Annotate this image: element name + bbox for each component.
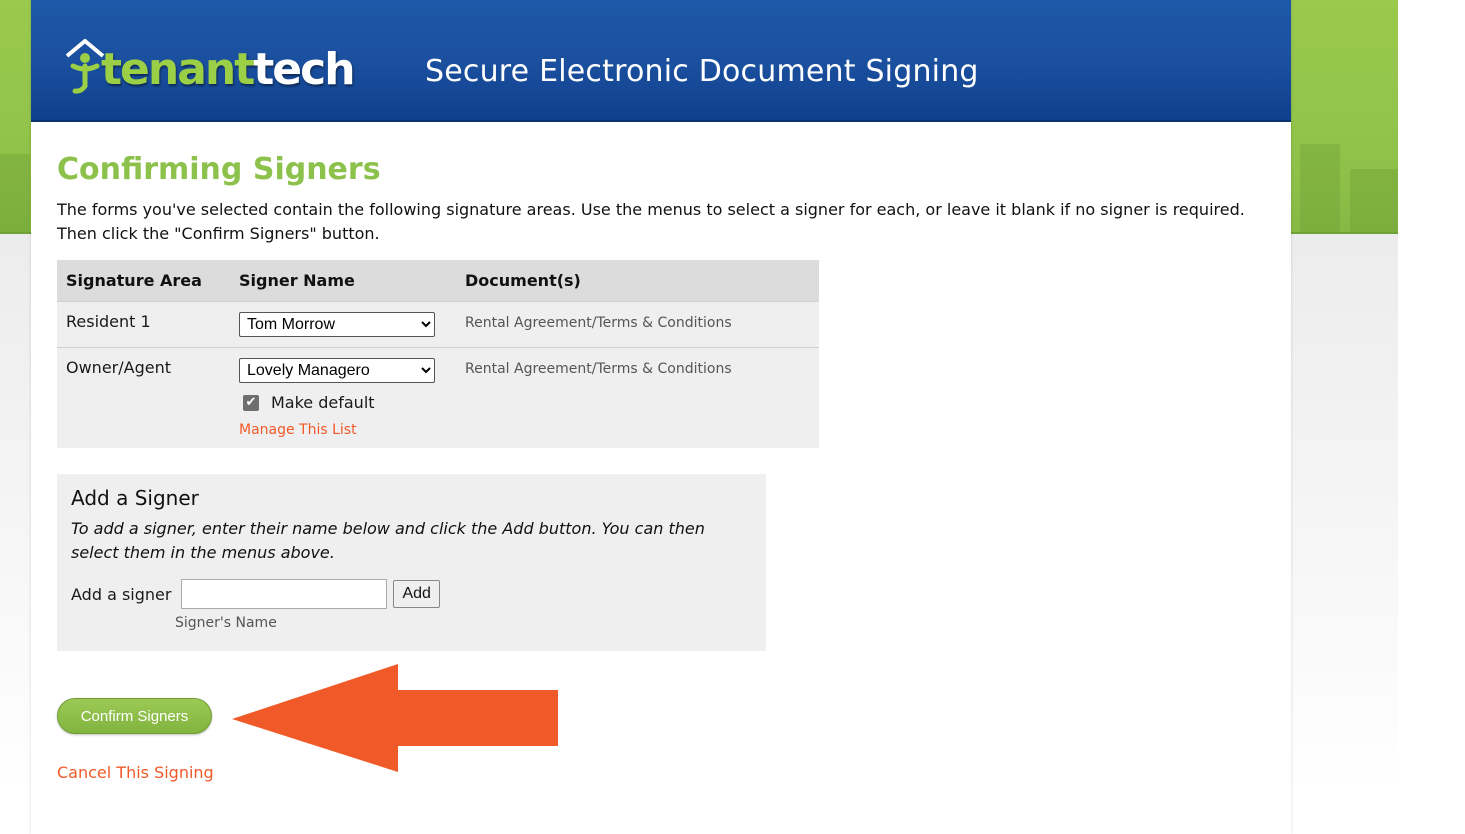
header-signature-area: Signature Area <box>57 260 230 302</box>
add-button[interactable]: Add <box>393 580 440 608</box>
documents-cell: Rental Agreement/Terms & Conditions <box>456 301 819 348</box>
intro-text: The forms you've selected contain the fo… <box>57 200 1245 243</box>
left-arrow-icon <box>232 664 558 772</box>
signer-cell: Tom Morrow <box>230 301 456 348</box>
documents-cell: Rental Agreement/Terms & Conditions <box>456 347 819 448</box>
documents-text: Rental Agreement/Terms & Conditions <box>465 315 732 331</box>
add-signer-panel: Add a Signer To add a signer, enter thei… <box>57 474 766 651</box>
signature-area-cell: Resident 1 <box>57 301 230 348</box>
add-signer-heading: Add a Signer <box>71 486 199 510</box>
add-signer-help: To add a signer, enter their name below … <box>71 519 705 562</box>
table-row: Resident 1 Tom Morrow Rental Agreement/T… <box>57 301 819 348</box>
logo-word-tech: tech <box>253 44 355 95</box>
signers-table: Signature Area Signer Name Document(s) R… <box>57 260 819 448</box>
main-panel: tenanttech Secure Electronic Document Si… <box>31 0 1291 834</box>
content: Confirming Signers The forms you've sele… <box>57 150 1257 782</box>
documents-text: Rental Agreement/Terms & Conditions <box>465 361 732 377</box>
header-documents: Document(s) <box>456 260 819 302</box>
signature-area-cell: Owner/Agent <box>57 347 230 448</box>
checkmark-icon[interactable]: ✔ <box>243 394 259 411</box>
table-row: Owner/Agent Lovely Managero ✔ Make defau… <box>57 347 819 448</box>
page-title: Confirming Signers <box>57 152 381 187</box>
logo-word-tenant: tenant <box>101 44 255 95</box>
make-default-toggle[interactable]: ✔ Make default <box>239 393 456 412</box>
table-header-row: Signature Area Signer Name Document(s) <box>57 260 819 302</box>
add-signer-label: Add a signer <box>71 584 172 604</box>
header-title: Secure Electronic Document Signing <box>425 54 979 89</box>
tenanttech-logo[interactable]: tenanttech <box>63 30 356 94</box>
signer-select-resident-1[interactable]: Tom Morrow <box>239 312 435 337</box>
add-signer-row: Add a signer Add <box>71 579 440 609</box>
logo-wordmark: tenanttech <box>101 48 356 92</box>
confirm-signers-button[interactable]: Confirm Signers <box>57 698 212 734</box>
signer-select-owner-agent[interactable]: Lovely Managero <box>239 358 435 383</box>
cancel-signing-link[interactable]: Cancel This Signing <box>57 763 214 782</box>
signer-name-input[interactable] <box>181 579 388 609</box>
manage-list-link[interactable]: Manage This List <box>239 422 456 438</box>
signer-name-caption: Signer's Name <box>175 615 277 631</box>
make-default-label: Make default <box>271 393 375 412</box>
header-signer-name: Signer Name <box>230 260 456 302</box>
signer-cell: Lovely Managero ✔ Make default Manage Th… <box>230 347 456 448</box>
header: tenanttech Secure Electronic Document Si… <box>31 0 1291 122</box>
